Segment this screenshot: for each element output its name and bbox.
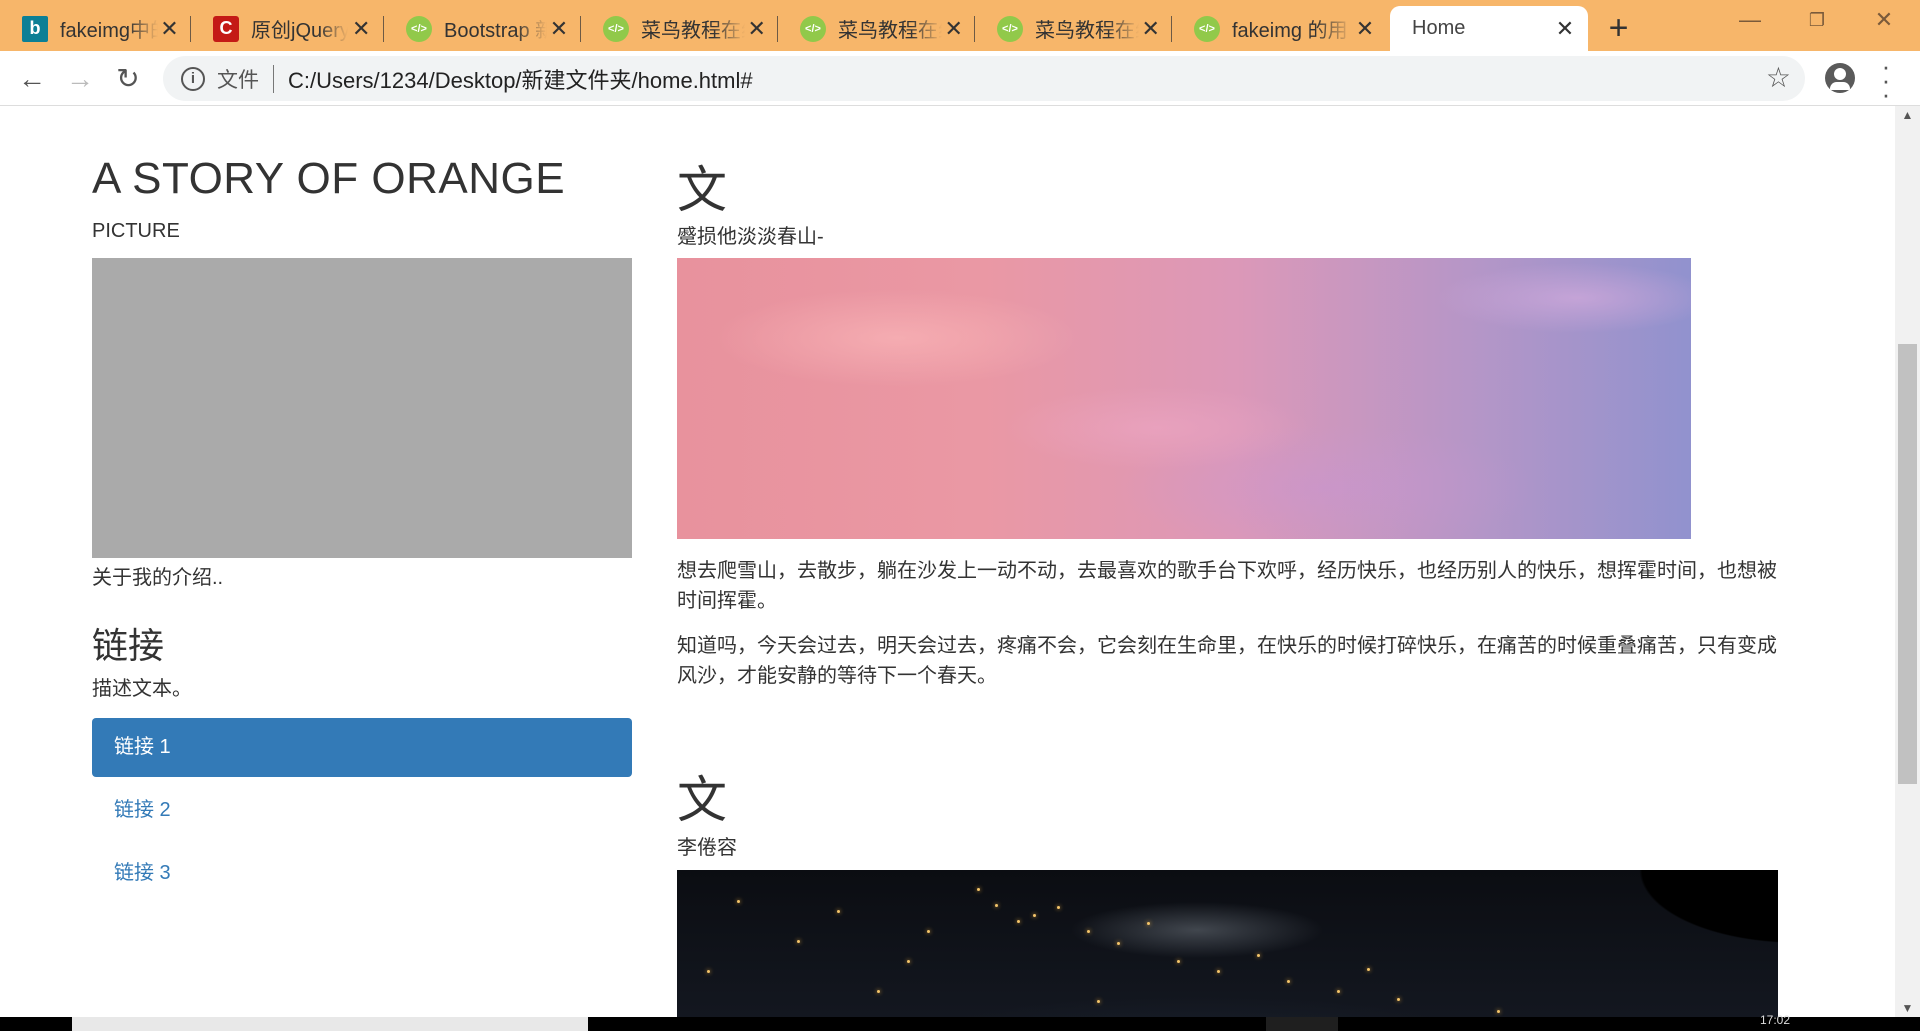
city-light (1147, 922, 1150, 925)
about-text: 关于我的介绍.. (92, 567, 224, 589)
article-paragraph: 想去爬雪山，去散步，躺在沙发上一动不动，去最喜欢的歌手台下欢呼，经历快乐，也经历… (677, 560, 1777, 612)
city-light (1097, 1000, 1100, 1003)
city-light (995, 904, 998, 907)
tab-title: fakeimg 的用 (1232, 20, 1348, 42)
csdn-icon: C (213, 15, 239, 42)
city-light (1367, 968, 1370, 971)
account-icon[interactable] (1825, 63, 1855, 93)
security-label: 文件 (217, 68, 259, 92)
close-icon[interactable]: ✕ (547, 16, 571, 42)
back-icon[interactable]: ← (12, 59, 52, 99)
restore-icon[interactable]: ❐ (1787, 0, 1847, 44)
window-close-icon[interactable]: ✕ (1854, 0, 1914, 44)
tab-title: Bootstrap 新 (444, 20, 547, 42)
earth-at-night-image (677, 870, 1778, 1017)
tab-fakeimg[interactable]: b fakeimg中的 ✕ (0, 6, 191, 51)
nav-link-2[interactable]: 链接 2 (92, 781, 632, 840)
close-icon[interactable]: ✕ (942, 16, 965, 42)
minimize-icon[interactable]: — (1720, 0, 1780, 44)
city-light (1217, 970, 1220, 973)
city-light (977, 888, 980, 891)
vertical-scrollbar[interactable]: ▲ ▼ (1895, 106, 1920, 1017)
close-icon[interactable]: ✕ (1352, 16, 1378, 42)
close-icon[interactable]: ✕ (158, 16, 181, 42)
new-tab-button[interactable]: + (1596, 6, 1641, 51)
city-light (1087, 930, 1090, 933)
tab-title: 菜鸟教程在线 (641, 20, 745, 42)
article-heading: 文 (677, 772, 727, 828)
tab-bootstrap[interactable]: </> Bootstrap 新 ✕ (384, 6, 581, 51)
space-region (1538, 870, 1778, 960)
scroll-up-icon[interactable]: ▲ (1895, 108, 1920, 122)
city-light (707, 970, 710, 973)
menu-icon[interactable]: · · · (1876, 53, 1896, 107)
runoob-icon: </> (800, 15, 826, 42)
city-light (1497, 1010, 1500, 1013)
tab-title: 菜鸟教程在线 (838, 20, 942, 42)
scroll-down-icon[interactable]: ▼ (1895, 1001, 1920, 1015)
browser-toolbar: ← → ↻ i 文件 C:/Users/1234/Desktop/新建文件夹/h… (0, 51, 1920, 107)
city-light (1177, 960, 1180, 963)
url-text[interactable]: C:/Users/1234/Desktop/新建文件夹/home.html# (288, 63, 753, 95)
taskbar-clock: 17:02 (1760, 1013, 1791, 1027)
tab-runoob-1[interactable]: </> 菜鸟教程在线 ✕ (581, 6, 778, 51)
taskbar-item[interactable] (1266, 1017, 1338, 1031)
nav-link-3[interactable]: 链接 3 (92, 844, 632, 903)
tab-jquery[interactable]: C 原创jQuery ✕ (191, 6, 384, 51)
page-content: A STORY OF ORANGE PICTURE 关于我的介绍.. 链接 描述… (0, 106, 1895, 1017)
links-description: 描述文本。 (92, 678, 192, 700)
runoob-icon: </> (997, 15, 1023, 42)
city-light (1117, 942, 1120, 945)
reload-icon[interactable]: ↻ (108, 59, 148, 99)
pink-sky-image (677, 258, 1691, 539)
city-light (1057, 906, 1060, 909)
close-icon[interactable]: ✕ (1139, 16, 1162, 42)
tab-runoob-3[interactable]: </> 菜鸟教程在线 ✕ (975, 6, 1172, 51)
article-subtitle: 李倦容 (677, 837, 737, 859)
address-bar[interactable]: i 文件 C:/Users/1234/Desktop/新建文件夹/home.ht… (163, 56, 1805, 101)
nav-link-1[interactable]: 链接 1 (92, 718, 632, 777)
bing-icon: b (22, 15, 48, 42)
runoob-icon: </> (406, 15, 432, 42)
picture-label: PICTURE (92, 220, 180, 242)
tab-home[interactable]: Home ✕ (1390, 6, 1588, 137)
links-heading: 链接 (92, 625, 165, 666)
city-light (877, 990, 880, 993)
city-light (837, 910, 840, 913)
placeholder-image (92, 258, 632, 558)
tab-title: 菜鸟教程在线 (1035, 20, 1139, 42)
city-light (1397, 998, 1400, 1001)
article-heading: 文 (677, 162, 727, 218)
close-icon[interactable]: ✕ (348, 16, 374, 42)
star-icon[interactable]: ☆ (1766, 61, 1791, 94)
browser-tab-strip: b fakeimg中的 ✕ C 原创jQuery ✕ </> Bootstrap… (0, 0, 1920, 137)
site-title: A STORY OF ORANGE (92, 154, 566, 203)
close-icon[interactable]: ✕ (1552, 16, 1578, 42)
city-light (1017, 920, 1020, 923)
info-icon[interactable]: i (181, 66, 205, 91)
article-subtitle: 蹙损他淡淡春山- (677, 226, 824, 248)
city-light (1337, 990, 1340, 993)
scrollbar-thumb[interactable] (1898, 344, 1917, 784)
tab-runoob-2[interactable]: </> 菜鸟教程在线 ✕ (778, 6, 975, 51)
city-light (737, 900, 740, 903)
city-light (927, 930, 930, 933)
tab-title: 原创jQuery (251, 20, 349, 42)
city-light (1287, 980, 1290, 983)
taskbar: 17:02 (0, 1013, 1920, 1031)
city-light (907, 960, 910, 963)
city-light (1257, 954, 1260, 957)
divider (273, 64, 274, 93)
taskbar-item[interactable] (72, 1017, 588, 1031)
tab-title: Home (1412, 17, 1466, 39)
close-icon[interactable]: ✕ (745, 16, 768, 42)
runoob-icon: </> (603, 15, 629, 42)
article-paragraph: 知道吗，今天会过去，明天会过去，疼痛不会，它会刻在生命里，在快乐的时候打碎快乐，… (677, 635, 1777, 687)
forward-icon[interactable]: → (60, 59, 100, 99)
runoob-icon: </> (1194, 15, 1220, 42)
city-light (797, 940, 800, 943)
city-light (1033, 914, 1036, 917)
tab-title: fakeimg中的 (60, 20, 158, 42)
tab-fakeimg-usage[interactable]: </> fakeimg 的用 ✕ (1172, 6, 1388, 51)
